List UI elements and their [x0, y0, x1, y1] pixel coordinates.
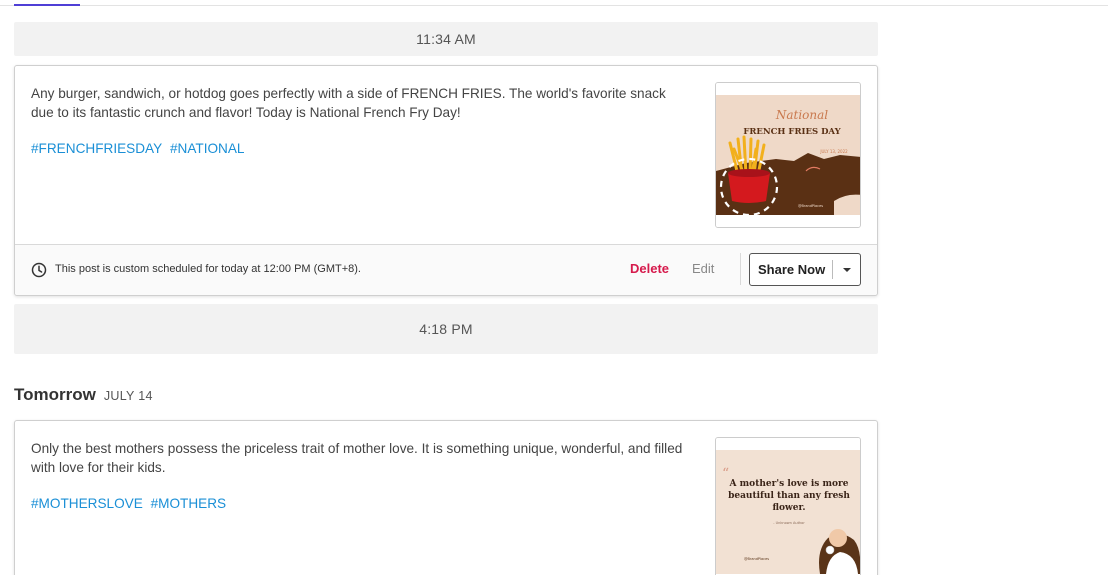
share-options-dropdown[interactable]: [833, 254, 860, 285]
top-divider: [0, 5, 1108, 6]
thumb-attribution: - Unknown Author: [773, 521, 805, 525]
day-date: JULY 14: [103, 389, 153, 403]
thumb-handle: @BrandPlaces: [798, 204, 823, 208]
post-image-thumbnail[interactable]: National FRENCH FRIES DAY JULY 13, 2022 …: [715, 82, 861, 228]
quote-mark-icon: “: [722, 466, 729, 482]
clock-icon: [31, 262, 47, 278]
post-image-thumbnail[interactable]: “ A mother's love is more beautiful than…: [715, 437, 861, 575]
hashtag-link[interactable]: #MOTHERSLOVE: [31, 496, 143, 511]
post-text: Only the best mothers possess the pricel…: [31, 441, 683, 475]
post-hashtags: #MOTHERSLOVE #MOTHERS: [31, 496, 230, 511]
delete-button[interactable]: Delete: [630, 261, 669, 276]
hashtag-link[interactable]: #MOTHERS: [151, 496, 227, 511]
time-slot[interactable]: 11:34 AM: [14, 22, 878, 56]
thumb-handle: @BrandPlaces: [744, 557, 769, 561]
day-name: Tomorrow: [14, 385, 96, 404]
post-card-footer: This post is custom scheduled for today …: [15, 244, 877, 295]
caret-down-icon: [842, 267, 851, 272]
thumb-quote-line: A mother's love is more: [729, 479, 849, 489]
footer-divider: [740, 253, 741, 285]
thumb-script-title: National: [775, 108, 828, 122]
edit-button[interactable]: Edit: [692, 261, 714, 276]
thumb-date: JULY 13, 2022: [819, 149, 848, 154]
share-button-group: Share Now: [749, 253, 861, 286]
thumb-quote-line: flower.: [772, 503, 805, 513]
schedule-info: This post is custom scheduled for today …: [55, 263, 361, 275]
hashtag-link[interactable]: #FRENCHFRIESDAY: [31, 141, 162, 156]
time-slot[interactable]: 4:18 PM: [14, 304, 878, 354]
hashtag-link[interactable]: #NATIONAL: [170, 141, 245, 156]
post-hashtags: #FRENCHFRIESDAY #NATIONAL: [31, 141, 249, 156]
french-fries-day-graphic: National FRENCH FRIES DAY JULY 13, 2022 …: [716, 83, 860, 227]
share-now-button[interactable]: Share Now: [750, 262, 832, 277]
active-tab-indicator: [14, 4, 80, 6]
post-card[interactable]: Only the best mothers possess the pricel…: [14, 420, 878, 575]
post-card[interactable]: Any burger, sandwich, or hotdog goes per…: [14, 65, 878, 296]
day-header: Tomorrow JULY 14: [14, 385, 153, 405]
thumb-title: FRENCH FRIES DAY: [743, 127, 841, 137]
mothers-love-graphic: “ A mother's love is more beautiful than…: [716, 438, 860, 575]
post-text: Any burger, sandwich, or hotdog goes per…: [31, 86, 666, 120]
thumb-quote-line: beautiful than any fresh: [728, 491, 850, 501]
